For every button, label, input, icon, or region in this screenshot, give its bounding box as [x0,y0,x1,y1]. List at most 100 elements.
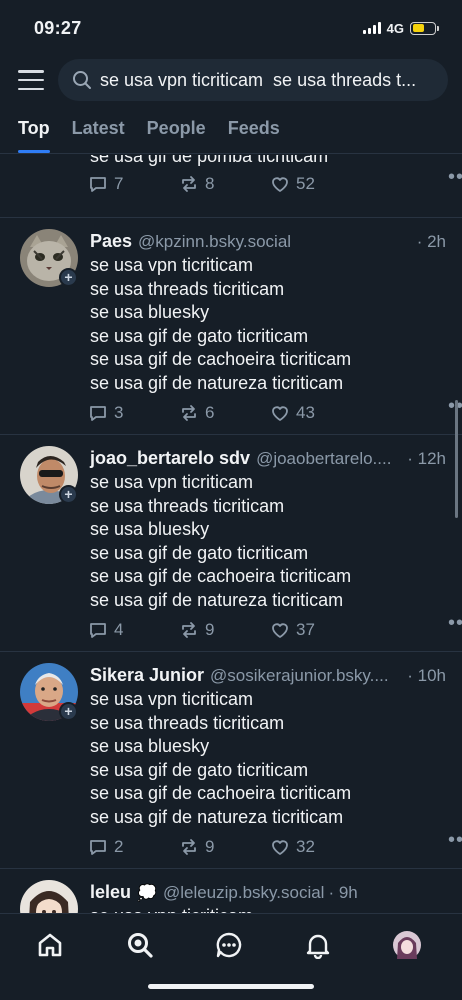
like-count: 37 [296,620,315,639]
heart-icon [272,840,288,855]
like-button[interactable]: 43 [270,403,361,423]
post[interactable]: + Paes @kpzinn.bsky.social · 2h se usa v… [0,218,462,435]
post[interactable]: se usa gif de pomba ticriticam 7 8 52 ••… [0,155,462,218]
post[interactable]: + joao_bertarelo sdv @joaobertarelo.... … [0,435,462,652]
tab-people[interactable]: People [147,104,206,153]
network-type: 4G [386,20,404,36]
reply-button[interactable]: 3 [88,403,179,423]
post[interactable]: leleu 💭 @leleuzip.bsky.social · 9h se us… [0,869,462,915]
status-time: 09:27 [34,17,82,38]
repost-button[interactable]: 9 [179,620,270,640]
post-actions: 3 6 43 ••• [88,395,462,425]
author-handle[interactable]: @joaobertarelo.... [256,449,403,469]
like-button[interactable]: 37 [270,620,361,640]
follow-plus-icon[interactable]: + [59,268,78,287]
tab-feeds[interactable]: Feeds [228,104,280,153]
more-options-icon[interactable]: ••• [448,829,462,852]
author-handle[interactable]: @kpzinn.bsky.social [138,232,413,252]
post-header: Paes @kpzinn.bsky.social · 2h [90,231,446,252]
reply-count: 3 [114,403,124,422]
heart-icon [272,623,288,638]
more-options-icon[interactable]: ••• [448,166,462,189]
like-count: 32 [296,837,315,856]
post-time: · 9h [328,883,358,902]
repost-button[interactable]: 6 [179,403,270,423]
search-header [0,58,462,102]
post-time: · 10h [407,666,446,685]
repost-count: 8 [205,174,215,193]
repost-icon [182,839,196,855]
post-actions: 2 9 32 ••• [88,829,462,859]
post-time: · 12h [407,449,446,468]
post-text: se usa vpn ticriticam se usa threads tic… [90,472,352,610]
repost-count: 6 [205,403,215,422]
heart-icon [272,177,288,192]
repost-button[interactable]: 9 [179,837,270,857]
nav-home[interactable] [35,930,65,960]
author-handle[interactable]: @leleuzip.bsky.social [163,883,325,903]
chat-icon [216,932,242,958]
author-name[interactable]: joao_bertarelo sdv [90,448,250,469]
avatar[interactable]: + [20,446,78,504]
profile-avatar-icon [393,931,421,959]
post-actions: 4 9 37 ••• [88,612,462,642]
post-text: se usa gif de pomba ticriticam [90,155,329,166]
thought-bubble-emoji: 💭 [137,885,157,902]
like-button[interactable]: 52 [270,174,361,194]
tab-top[interactable]: Top [18,104,50,153]
post-text: se usa vpn ticriticam se usa threads tic… [90,689,352,827]
post[interactable]: + Sikera Junior @sosikerajunior.bsky....… [0,652,462,869]
like-count: 52 [296,174,315,193]
reply-button[interactable]: 7 [88,174,179,194]
reply-icon [90,177,106,192]
like-button[interactable]: 32 [270,837,361,857]
nav-profile[interactable] [392,930,422,960]
more-options-icon[interactable]: ••• [448,612,462,635]
author-handle[interactable]: @sosikerajunior.bsky.... [210,666,403,686]
search-results-feed[interactable]: se usa gif de pomba ticriticam 7 8 52 ••… [0,155,462,915]
nav-notifications[interactable] [303,930,333,960]
like-count: 43 [296,403,315,422]
post-header: joao_bertarelo sdv @joaobertarelo.... · … [90,448,446,469]
reply-button[interactable]: 4 [88,620,179,640]
repost-icon [182,622,196,638]
follow-plus-icon[interactable]: + [59,485,78,504]
repost-button[interactable]: 8 [179,174,270,194]
scrollbar[interactable] [455,400,458,518]
avatar[interactable]: + [20,663,78,721]
search-input[interactable] [100,69,434,91]
hamburger-menu-icon[interactable] [18,70,44,90]
reply-count: 4 [114,620,124,639]
search-tabs: Top Latest People Feeds [0,104,462,154]
repost-count: 9 [205,620,215,639]
bell-icon [306,934,330,959]
status-icons: 4G [362,20,439,36]
anime-girl-avatar-icon [20,880,78,915]
reply-count: 2 [114,837,124,856]
search-icon [128,933,153,958]
repost-count: 9 [205,837,215,856]
search-icon [73,71,91,89]
author-name[interactable]: Sikera Junior [90,665,204,686]
post-header: Sikera Junior @sosikerajunior.bsky.... ·… [90,665,446,686]
repost-icon [182,176,196,192]
heart-icon [272,406,288,421]
avatar[interactable] [20,880,78,915]
author-name[interactable]: leleu [90,882,131,903]
home-icon [38,933,62,957]
post-text: se usa vpn ticriticam se usa threads tic… [90,255,352,393]
reply-button[interactable]: 2 [88,837,179,857]
tab-latest[interactable]: Latest [72,104,125,153]
nav-chat[interactable] [214,930,244,960]
reply-icon [90,840,106,855]
follow-plus-icon[interactable]: + [59,702,78,721]
author-name[interactable]: Paes [90,231,132,252]
status-bar: 09:27 4G [0,0,462,56]
reply-icon [90,406,106,421]
nav-search[interactable] [125,930,155,960]
repost-icon [182,405,196,421]
post-header: leleu 💭 @leleuzip.bsky.social · 9h [90,882,446,903]
search-bar[interactable] [58,59,448,101]
avatar[interactable]: + [20,229,78,287]
post-time: · 2h [416,232,446,251]
